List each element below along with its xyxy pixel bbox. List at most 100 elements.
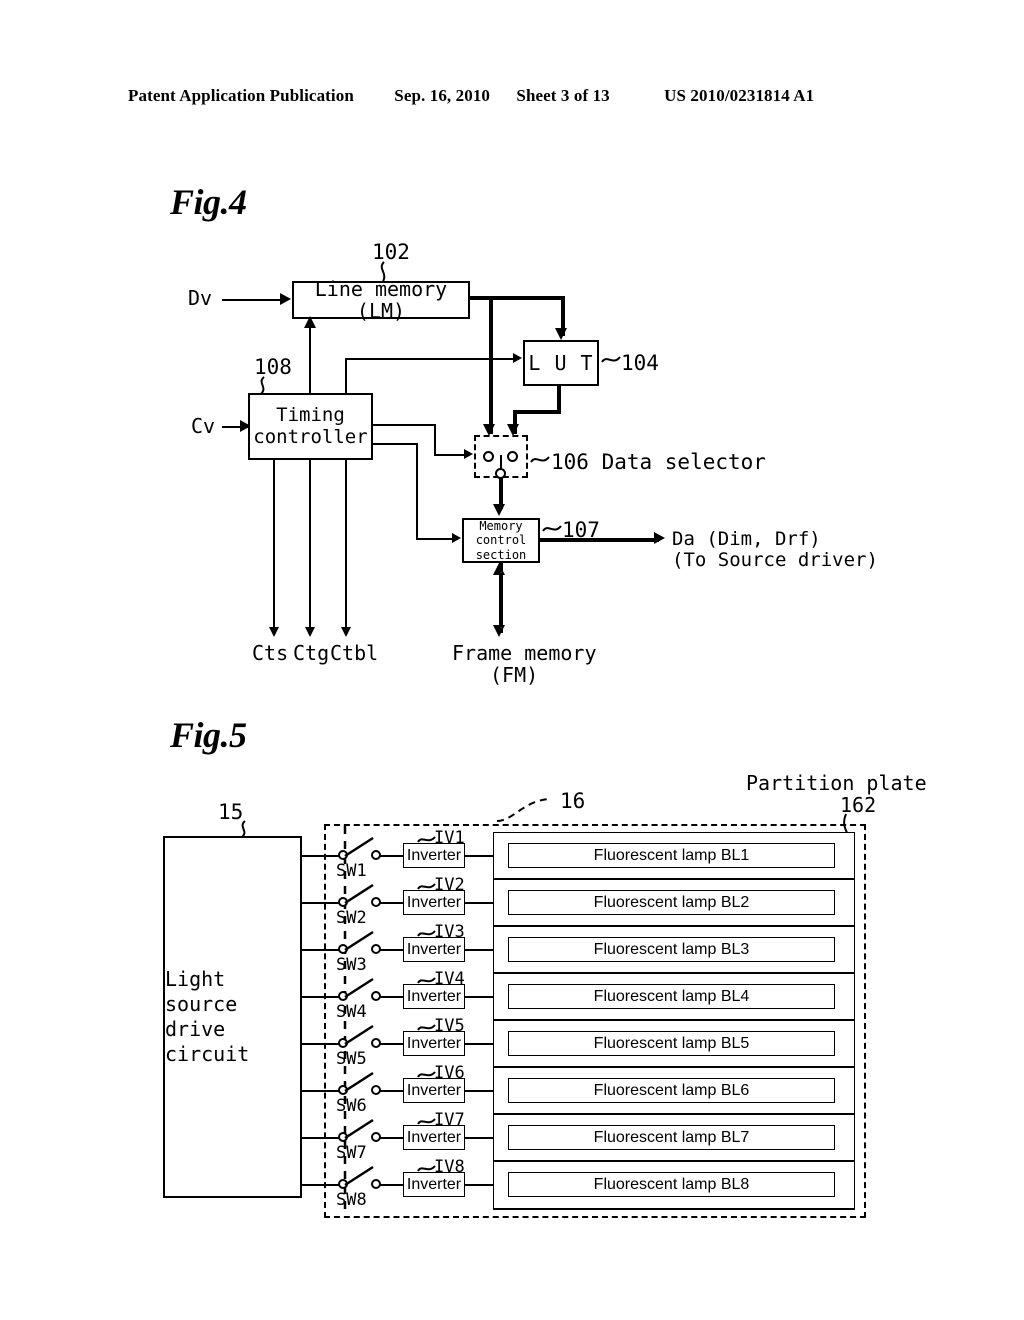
patent-number: US 2010/0231814 A1 [664, 86, 815, 105]
arrowhead-da [654, 532, 665, 544]
block-timing-controller-label-2: controller [253, 425, 368, 448]
frame-memory-label-2: (FM) [490, 663, 539, 687]
ref-16: 16 [560, 789, 586, 813]
wire-sw6-to-iv6 [380, 1090, 403, 1092]
block-inverter-8: Inverter [403, 1172, 465, 1197]
lamp-label-6: Fluorescent lamp BL6 [593, 1081, 750, 1099]
lamp-label-8: Fluorescent lamp BL8 [593, 1175, 750, 1193]
arrowhead-cts [269, 627, 279, 637]
block-line-memory: Line memory (LM) [292, 277, 470, 322]
block-inverter-4: Inverter [403, 984, 465, 1009]
arrowhead-tc-to-lut [513, 353, 522, 363]
wire-ctg [309, 460, 311, 633]
output-cts-label: Cts [252, 641, 289, 665]
arrowhead-ctg [305, 627, 315, 637]
sw3-blade [344, 930, 374, 952]
fig5-label: Fig.5 [170, 715, 247, 755]
sw6-blade [344, 1071, 374, 1093]
block-light-source-drive-circuit: Light source drive circuit [163, 836, 302, 1198]
inverter-label-4: Inverter [406, 987, 462, 1005]
sw7-blade [344, 1118, 374, 1140]
output-ctg-label: Ctg [293, 641, 330, 665]
sw1-blade [344, 836, 374, 858]
lamp-box-6: Fluorescent lamp BL6 [508, 1078, 835, 1103]
publication-date: Sep. 16, 2010 [394, 86, 491, 105]
inverter-label-1: Inverter [406, 846, 462, 864]
input-dv-label: Dv [188, 286, 213, 310]
block-lut: L U T [523, 340, 599, 386]
output-da-label-1: Da (Dim, Drf) [672, 528, 821, 550]
wire-cts [273, 460, 275, 633]
output-da-label-2: (To Source driver) [672, 549, 878, 571]
sheet-number: Sheet 3 of 13 [516, 86, 610, 105]
switch-label-sw7: SW7 [336, 1143, 367, 1163]
wire-lm-out-top [468, 296, 565, 300]
block-inverter-6: Inverter [403, 1078, 465, 1103]
ref-108: 108 [254, 355, 292, 379]
arrowhead-mcs-to-fm [493, 625, 505, 637]
block-memory-control-section: Memory control section [462, 518, 540, 563]
lamp-label-7: Fluorescent lamp BL7 [593, 1128, 750, 1146]
wire-tc-to-mcs-v [416, 443, 418, 540]
wire-sw4-to-iv4 [380, 996, 403, 998]
lamp-label-3: Fluorescent lamp BL3 [593, 940, 750, 958]
wire-mcs-out-da [539, 538, 659, 542]
fig4-label: Fig.4 [170, 182, 247, 222]
light-source-label-1: Light source [165, 967, 238, 1016]
arrowhead-tc-to-mcs [452, 533, 461, 543]
output-ctbl-label: Ctbl [330, 641, 379, 665]
wire-ctbl [345, 460, 347, 633]
leader-106 [530, 456, 550, 463]
lamp-label-5: Fluorescent lamp BL5 [593, 1034, 750, 1052]
lamp-label-4: Fluorescent lamp BL4 [593, 987, 750, 1005]
wire-sw7-to-iv7 [380, 1137, 403, 1139]
page-header: Patent Application Publication Sep. 16, … [0, 86, 1024, 106]
wire-tc-to-sel-v [434, 424, 436, 456]
wire-sw1-to-iv1 [380, 855, 403, 857]
wire-tc-to-lut-h [345, 358, 518, 360]
switch-label-sw4: SW4 [336, 1002, 367, 1022]
sw4-blade [344, 977, 374, 999]
block-inverter-5: Inverter [403, 1031, 465, 1056]
switch-label-sw6: SW6 [336, 1096, 367, 1116]
sw8-blade [344, 1165, 374, 1187]
sw2-blade [344, 883, 374, 905]
wire-sw2-to-iv2 [380, 902, 403, 904]
wire-lm-to-selector [489, 296, 493, 434]
switch-label-sw3: SW3 [336, 955, 367, 975]
wire-tc-to-lm [309, 325, 311, 394]
data-selector-contact-a [483, 451, 494, 462]
block-line-memory-label: Line memory (LM) [314, 276, 448, 323]
block-mcs-label-3: section [475, 547, 527, 562]
lamp-box-1: Fluorescent lamp BL1 [508, 843, 835, 868]
ref-106: 106 Data selector [551, 450, 766, 474]
lamp-box-3: Fluorescent lamp BL3 [508, 937, 835, 962]
block-inverter-2: Inverter [403, 890, 465, 915]
lamp-box-7: Fluorescent lamp BL7 [508, 1125, 835, 1150]
arrowhead-selector-to-mcs [493, 504, 505, 516]
arrowhead-tc-to-lm [304, 316, 316, 328]
arrowhead-lm-to-lut [555, 328, 567, 340]
inverter-label-5: Inverter [406, 1034, 462, 1052]
wire-tc-to-sel-h1 [372, 424, 436, 426]
wire-sw8-to-iv8 [380, 1184, 403, 1186]
block-mcs-label-2: control [475, 533, 527, 548]
data-selector-contact-b [507, 451, 518, 462]
block-mcs-label-1: Memory [479, 518, 523, 533]
block-inverter-1: Inverter [403, 843, 465, 868]
switch-label-sw1: SW1 [336, 861, 367, 881]
lamp-label-1: Fluorescent lamp BL1 [593, 846, 750, 864]
lamp-box-4: Fluorescent lamp BL4 [508, 984, 835, 1009]
inverter-label-2: Inverter [406, 893, 462, 911]
block-inverter-7: Inverter [403, 1125, 465, 1150]
wire-tc-top-riser [345, 358, 347, 394]
block-inverter-3: Inverter [403, 937, 465, 962]
lamp-label-2: Fluorescent lamp BL2 [593, 893, 750, 911]
switch-label-sw5: SW5 [336, 1049, 367, 1069]
light-source-label-2: drive circuit [165, 1017, 250, 1066]
sw5-blade [344, 1024, 374, 1046]
wire-tc-to-mcs-h1 [372, 443, 418, 445]
data-selector-blade [500, 455, 502, 470]
block-lut-label: L U T [528, 350, 594, 375]
switch-label-sw2: SW2 [336, 908, 367, 928]
